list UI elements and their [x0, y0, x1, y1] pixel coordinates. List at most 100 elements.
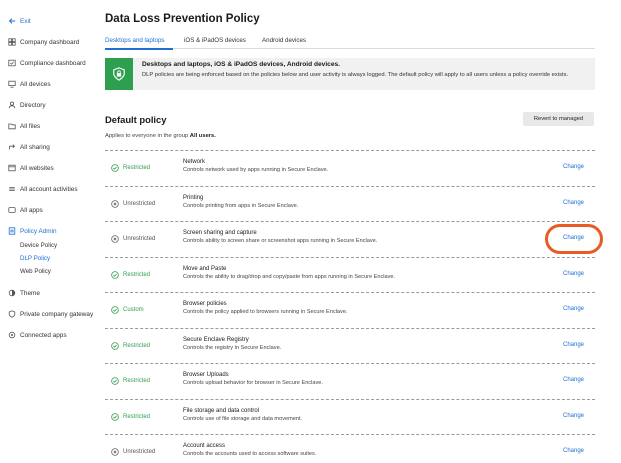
sidebar-item-label: Policy Admin: [20, 227, 57, 235]
platform-tabs: Desktops and laptops iOS & iPadOS device…: [105, 35, 595, 50]
lock-shield-icon: [105, 58, 133, 90]
sidebar-item-policy-admin[interactable]: Policy Admin: [8, 227, 57, 235]
status-badge: Restricted: [111, 377, 150, 385]
status-badge: Unrestricted: [111, 199, 155, 208]
policy-name: Account access: [183, 443, 226, 449]
change-browser-policies-link[interactable]: Change: [563, 306, 584, 312]
status-badge: Restricted: [111, 164, 150, 172]
change-registry-link[interactable]: Change: [563, 342, 584, 348]
policy-description: Controls ability to screen share or scre…: [183, 238, 378, 244]
sharing-icon: [8, 143, 16, 151]
tab-android-devices[interactable]: Android devices: [262, 37, 306, 44]
exit-label: Exit: [20, 17, 31, 25]
policy-row-network: Restricted Network Controls network used…: [105, 150, 595, 186]
check-circle-icon: [111, 306, 119, 314]
policy-row-account-access: Unrestricted Account access Controls the…: [105, 434, 595, 463]
sidebar-subitem-web-policy[interactable]: Web Policy: [20, 268, 51, 275]
policy-description: Controls the accounts used to access sof…: [183, 451, 317, 457]
status-label: Restricted: [123, 413, 151, 420]
policy-icon: [8, 227, 16, 235]
policy-description: Controls network used by apps running in…: [183, 167, 329, 173]
change-browser-uploads-link[interactable]: Change: [563, 377, 584, 383]
policy-description: Controls upload behavior for browser in …: [183, 380, 323, 386]
sidebar-item-all-files[interactable]: All files: [8, 122, 40, 130]
tab-ios-ipados-devices[interactable]: iOS & iPadOS devices: [184, 37, 246, 44]
sidebar-item-all-sharing[interactable]: All sharing: [8, 143, 50, 151]
status-label: Unrestricted: [123, 449, 156, 455]
policy-name: Browser policies: [183, 301, 227, 307]
x-circle-icon: [111, 199, 119, 208]
gateway-icon: [8, 310, 16, 318]
check-circle-icon: [111, 377, 119, 385]
sidebar-item-theme[interactable]: Theme: [8, 289, 40, 297]
exit-link[interactable]: Exit: [8, 17, 31, 25]
highlight-annotation: [545, 224, 603, 254]
connected-apps-icon: [8, 331, 16, 339]
sidebar-item-label: All devices: [20, 80, 51, 88]
policy-name: Network: [183, 159, 206, 165]
policy-row-browser-policies: Custom Browser policies Controls the pol…: [105, 292, 595, 328]
sidebar-item-private-company-gateway[interactable]: Private company gateway: [8, 310, 93, 318]
dashboard-icon: [8, 38, 16, 46]
applies-group: All users.: [189, 133, 216, 139]
policy-description: Controls printing from apps in Secure En…: [183, 202, 299, 209]
status-label: Unrestricted: [123, 236, 156, 242]
apps-icon: [8, 206, 16, 214]
sidebar-item-label: Compliance dashboard: [20, 59, 86, 67]
sidebar-item-label: All sharing: [20, 143, 50, 151]
page-title: Data Loss Prevention Policy: [105, 13, 260, 25]
change-printing-link[interactable]: Change: [563, 200, 584, 206]
sidebar-subitem-device-policy[interactable]: Device Policy: [20, 242, 57, 249]
change-account-access-link[interactable]: Change: [563, 448, 584, 454]
status-badge: Restricted: [111, 412, 151, 421]
policy-description: Controls the registry in Secure Enclave.: [183, 344, 282, 351]
compliance-icon: [8, 59, 16, 67]
section-title: Default policy: [105, 114, 167, 125]
policy-description: Controls the policy applied to browsers …: [183, 309, 348, 315]
websites-icon: [8, 164, 16, 172]
check-circle-icon: [111, 412, 119, 421]
arrow-left-icon: [8, 17, 16, 25]
status-label: Custom: [123, 307, 144, 313]
applies-to-text: Applies to everyone in the group All use…: [105, 133, 216, 139]
sidebar-subitem-dlp-policy[interactable]: DLP Policy: [20, 255, 50, 262]
policy-name: Printing: [183, 194, 204, 201]
info-banner: Desktops and laptops, iOS & iPadOS devic…: [105, 58, 595, 90]
revert-to-managed-button[interactable]: Revert to managed: [523, 112, 594, 126]
sidebar-item-all-websites[interactable]: All websites: [8, 164, 54, 172]
sidebar-item-company-dashboard[interactable]: Company dashboard: [8, 38, 79, 46]
banner-title: Desktops and laptops, iOS & iPadOS devic…: [142, 61, 340, 68]
policy-name: Browser Uploads: [183, 372, 229, 378]
check-circle-icon: [111, 270, 119, 279]
active-tab-indicator: [105, 48, 173, 50]
directory-icon: [8, 101, 16, 109]
status-badge: Unrestricted: [111, 235, 155, 243]
sidebar-item-label: Company dashboard: [20, 38, 80, 46]
sidebar-item-connected-apps[interactable]: Connected apps: [8, 331, 67, 339]
policy-row-secure-enclave-registry: Restricted Secure Enclave Registry Contr…: [105, 327, 595, 364]
sidebar-item-all-apps[interactable]: All apps: [8, 206, 43, 214]
sidebar-item-all-devices[interactable]: All devices: [8, 80, 51, 88]
applies-prefix: Applies to everyone in the group: [105, 133, 189, 139]
change-file-storage-link[interactable]: Change: [563, 413, 584, 419]
status-badge: Restricted: [111, 270, 150, 279]
status-label: Restricted: [123, 378, 151, 384]
sidebar: Exit Company dashboard Compliance dashbo…: [0, 0, 100, 463]
policy-description: Controls use of file storage and data mo…: [183, 415, 303, 422]
sidebar-item-label: Directory: [20, 101, 46, 109]
sidebar-item-compliance-dashboard[interactable]: Compliance dashboard: [8, 59, 86, 67]
status-label: Restricted: [123, 165, 151, 171]
x-circle-icon: [111, 235, 119, 243]
policy-row-browser-uploads: Restricted Browser Uploads Controls uplo…: [105, 363, 595, 399]
change-move-and-paste-link[interactable]: Change: [563, 271, 584, 277]
sidebar-item-all-account-activities[interactable]: All account activities: [8, 185, 78, 193]
status-label: Restricted: [123, 342, 151, 349]
sidebar-item-label: Private company gateway: [20, 310, 94, 318]
banner-text: DLP policies are being enforced based on…: [142, 72, 569, 78]
sidebar-item-label: Theme: [20, 289, 40, 297]
check-circle-icon: [111, 164, 119, 172]
tab-desktops-and-laptops[interactable]: Desktops and laptops: [105, 37, 165, 44]
change-network-link[interactable]: Change: [563, 164, 584, 170]
sidebar-item-label: All websites: [20, 164, 54, 172]
sidebar-item-directory[interactable]: Directory: [8, 101, 46, 109]
